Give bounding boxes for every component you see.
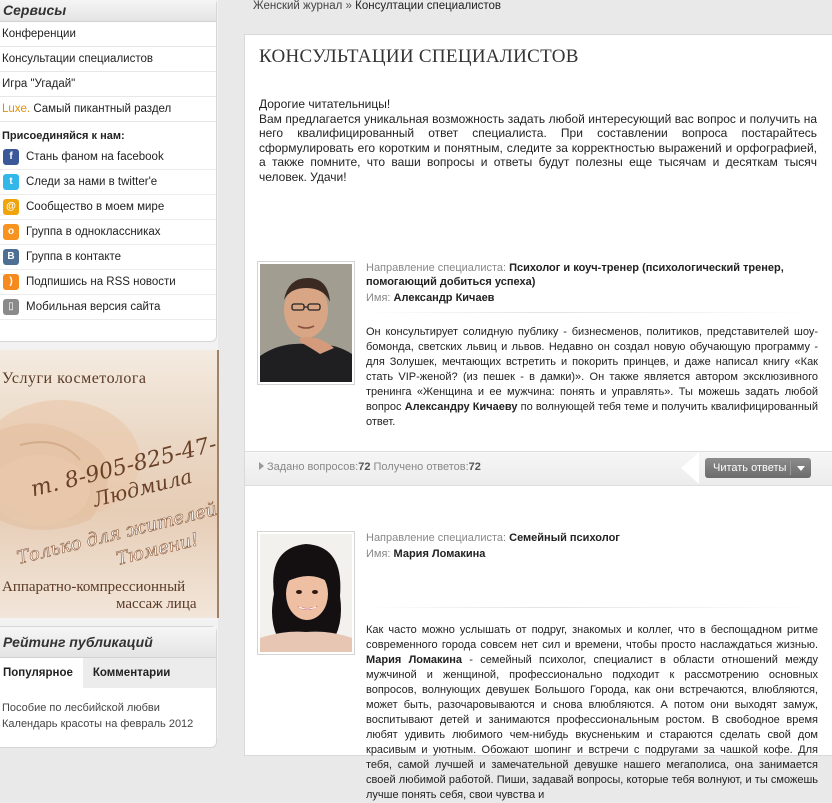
join-title: Присоединяйся к нам: [2,130,125,142]
social-mobile[interactable]: ▯ Мобильная версия сайта [0,295,216,320]
questions-stats: Задано вопросов:72 Получено ответов:72 [259,461,481,473]
specialist-photo[interactable] [257,531,355,655]
luxe-highlight: Luxe. [2,103,31,115]
services-title: Сервисы [0,0,216,22]
tab-popular[interactable]: Популярное [0,658,83,688]
specialist-description: Как часто можно услышать от подруг, знак… [366,623,818,803]
specialist-name: Имя: Мария Ломакина [366,547,806,561]
triangle-right-icon [259,462,264,470]
social-label: Подпишись на RSS новости [26,276,176,288]
rss-icon: ) [3,274,19,290]
breadcrumb-separator: » [342,0,356,12]
specialist-photo[interactable] [257,261,355,385]
social-label: Сообщество в моем мире [26,201,165,213]
service-conferences[interactable]: Конференции [0,22,216,47]
read-answers-label: Читать ответы [713,462,787,474]
divider [366,607,816,608]
breadcrumb-parent-link[interactable]: Женский журнал [253,0,342,12]
ad-bottom2: массаж лица [116,596,197,612]
social-vkontakte[interactable]: B Группа в контакте [0,245,216,270]
social-twitter[interactable]: t Следи за нами в twitter'е [0,170,216,195]
name-value: Александр Кичаев [393,292,495,304]
vkontakte-icon: B [3,249,19,265]
facebook-icon: f [3,149,19,165]
odnoklassniki-icon: о [3,224,19,240]
ad-title: Услуги косметолога [2,370,147,387]
bar-notch [681,452,699,484]
social-moimir[interactable]: @ Сообщество в моем мире [0,195,216,220]
specialist-meta: Направление специалиста: Психолог и коуч… [366,261,806,305]
service-luxe[interactable]: Luxe. Самый пикантный раздел [0,97,216,122]
tab-comments[interactable]: Комментарии [83,658,180,688]
specialist-direction: Направление специалиста: Семейный психол… [366,531,806,545]
social-odnoklassniki[interactable]: о Группа в одноклассниках [0,220,216,245]
twitter-icon: t [3,174,19,190]
direction-label: Направление специалиста: [366,262,510,274]
rating-tabs: Популярное Комментарии [0,658,216,688]
rating-widget: Рейтинг публикаций Популярное Комментари… [0,626,217,748]
portrait-man [260,264,352,382]
name-value: Мария Ломакина [393,548,486,560]
publication-link[interactable]: Пособие по лесбийской любви [0,700,216,716]
specialist-meta: Направление специалиста: Семейный психол… [366,531,806,561]
intro-greeting: Дорогие читательницы! [259,97,391,111]
social-label: Мобильная версия сайта [26,301,161,313]
answers-label: Получено ответов: [370,461,469,473]
main-content: КОНСУЛЬТАЦИИ СПЕЦИАЛИСТОВ Дорогие читате… [244,34,832,801]
answers-count: 72 [468,461,481,473]
name-label: Имя: [366,292,394,304]
page-title: КОНСУЛЬТАЦИИ СПЕЦИАЛИСТОВ [259,46,579,67]
specialist-name: Имя: Александр Кичаев [366,291,806,305]
cosmetology-ad-banner[interactable]: Услуги косметолога т. 8-905-825-47-55 Лю… [0,350,219,618]
read-answers-button[interactable]: Читать ответы [705,458,811,478]
questions-bar: Задано вопросов:72 Получено ответов:72 Ч… [245,451,832,486]
direction-label: Направление специалиста: [366,532,510,544]
button-separator [790,461,791,475]
mobile-icon: ▯ [3,299,19,315]
questions-label: Задано вопросов: [267,461,359,473]
ad-illustration: Услуги косметолога т. 8-905-825-47-55 Лю… [0,370,217,612]
service-consultations[interactable]: Консультации специалистов [0,47,216,72]
direction-value: Семейный психолог [509,532,620,544]
questions-count: 72 [358,461,371,473]
social-label: Следи за нами в twitter'е [26,176,158,188]
sidebar: Сервисы Конференции Консультации специал… [0,0,219,748]
desc-bold: Мария Ломакина [366,654,463,666]
chevron-down-icon[interactable] [797,466,805,471]
moimir-icon: @ [3,199,19,215]
social-label: Группа в контакте [26,251,122,263]
desc-text: - семейный психолог, специалист в област… [366,654,819,801]
desc-pre: Как часто можно услышать от подруг, знак… [366,624,818,651]
specialist-direction: Направление специалиста: Психолог и коуч… [366,261,806,289]
luxe-text: Самый пикантный раздел [30,103,172,115]
social-list: f Стань фаном на facebook t Следи за нами … [0,145,216,320]
desc-text: Он консультирует солидную публику - бизн… [366,326,818,413]
portrait-woman [260,534,352,652]
rating-title: Рейтинг публикаций [0,627,216,658]
breadcrumb: Женский журнал » Консултации специалисто… [253,0,501,12]
intro-text: Дорогие читательницы! Вам предлагается у… [259,97,817,184]
breadcrumb-current: Консултации специалистов [355,0,502,12]
social-label: Группа в одноклассниках [26,226,161,238]
services-widget: Сервисы Конференции Консультации специал… [0,0,217,342]
social-facebook[interactable]: f Стань фаном на facebook [0,145,216,170]
ad-bottom1: Аппаратно-компрессионный [2,579,185,595]
intro-body: Вам предлагается уникальная возможность … [259,111,817,184]
name-label: Имя: [366,548,394,560]
desc-bold: Александру Кичаеву [404,401,518,413]
social-rss[interactable]: ) Подпишись на RSS новости [0,270,216,295]
specialist-description: Он консультирует солидную публику - бизн… [366,325,818,430]
service-guess-game[interactable]: Игра "Угадай" [0,72,216,97]
publication-link[interactable]: Календарь красоты на февраль 2012 [0,716,216,732]
social-label: Стань фаном на facebook [26,151,164,163]
divider [366,312,816,313]
